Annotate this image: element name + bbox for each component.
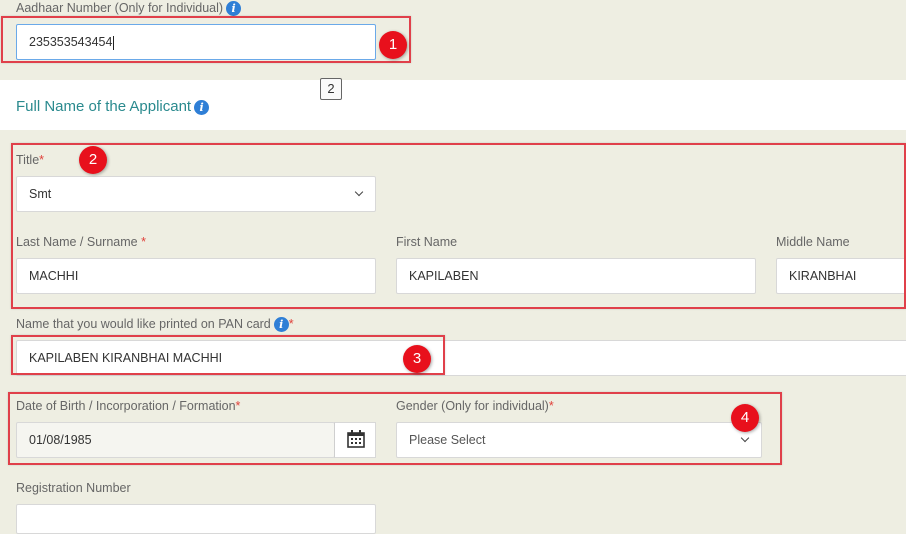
highlight-box-3 xyxy=(11,335,445,375)
info-icon[interactable]: i xyxy=(273,317,289,333)
badge-3: 3 xyxy=(403,345,431,373)
badge-1: 1 xyxy=(379,31,407,59)
section-title: Full Name of the Applicant i xyxy=(16,98,210,115)
badge-2: 2 xyxy=(79,146,107,174)
badge-4: 4 xyxy=(731,404,759,432)
aadhaar-label: Aadhaar Number (Only for Individual) i xyxy=(16,1,242,17)
highlight-box-4 xyxy=(8,392,782,465)
step-tag-2: 2 xyxy=(320,78,342,100)
highlight-box-2 xyxy=(11,143,906,309)
info-icon[interactable]: i xyxy=(226,1,242,17)
highlight-box-1 xyxy=(1,16,411,63)
info-icon[interactable]: i xyxy=(194,99,210,115)
pan-name-label: Name that you would like printed on PAN … xyxy=(16,317,294,333)
registration-input[interactable] xyxy=(16,504,376,534)
registration-label: Registration Number xyxy=(16,481,131,495)
